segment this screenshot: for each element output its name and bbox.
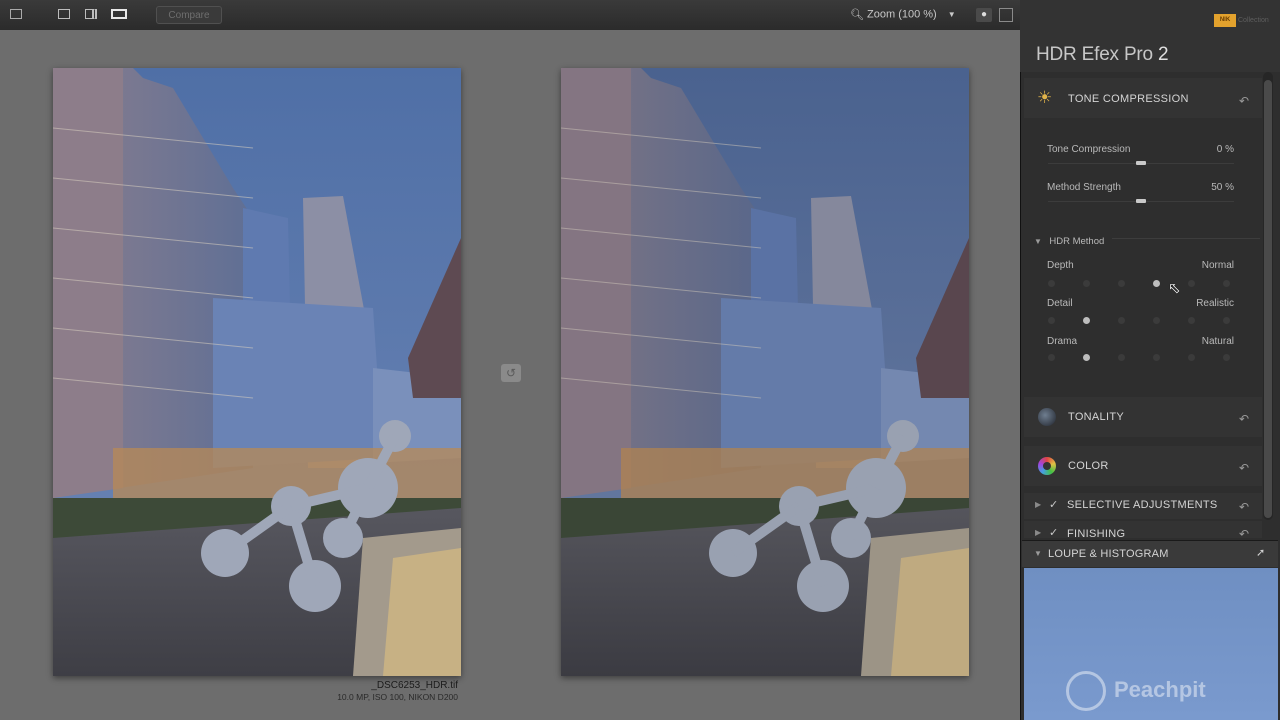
- method-option-dot[interactable]: [1188, 317, 1195, 324]
- zoom-label: Zoom (100 %): [867, 8, 937, 21]
- sun-icon: ☀: [1037, 88, 1053, 107]
- depth-selector[interactable]: [1048, 280, 1240, 288]
- checkmark-icon[interactable]: ✓: [1049, 526, 1058, 538]
- pin-icon[interactable]: ➚: [1256, 546, 1265, 559]
- reset-icon[interactable]: ↶: [1239, 461, 1249, 475]
- original-photo-graphic: [53, 68, 461, 676]
- method-option-dot[interactable]: [1048, 354, 1055, 361]
- single-view-icon[interactable]: [58, 9, 70, 19]
- method-option-dot[interactable]: [1118, 354, 1125, 361]
- tone-compression-label: Tone Compression: [1047, 144, 1131, 155]
- zoom-control[interactable]: 🔍︎ Zoom (100 %) ▼: [850, 8, 956, 22]
- finishing-header[interactable]: ▶ ✓ FINISHING ↶: [1024, 521, 1262, 538]
- mouse-cursor-icon: ⬁: [1168, 280, 1181, 297]
- lightbulb-icon[interactable]: ●: [976, 8, 992, 22]
- tonality-title: TONALITY: [1068, 411, 1124, 423]
- tone-compression-slider[interactable]: [1136, 161, 1146, 165]
- method-option-dot[interactable]: [1083, 354, 1090, 361]
- drama-selector[interactable]: [1048, 354, 1240, 362]
- color-header[interactable]: [1024, 446, 1262, 486]
- nik-logo: NIK: [1214, 14, 1236, 27]
- method-option-dot[interactable]: [1153, 317, 1160, 324]
- magnifier-icon: 🔍︎: [850, 9, 864, 21]
- tone-compression-value: 0 %: [1216, 144, 1234, 155]
- method-option-dot[interactable]: [1048, 317, 1055, 324]
- product-version: 2: [1158, 44, 1169, 65]
- original-photo: [53, 68, 461, 676]
- panel-scrollbar-thumb[interactable]: [1264, 80, 1272, 518]
- method-option-dot[interactable]: [1188, 280, 1195, 287]
- detail-value: Realistic: [1196, 298, 1234, 309]
- tone-compression-title: TONE COMPRESSION: [1068, 93, 1189, 105]
- panel-toggle-icon[interactable]: [999, 8, 1013, 22]
- detail-selector[interactable]: [1048, 317, 1240, 325]
- processed-photo: [561, 68, 969, 676]
- method-option-dot[interactable]: [1118, 317, 1125, 324]
- depth-label: Depth: [1047, 260, 1074, 271]
- side-by-side-view-icon[interactable]: [111, 9, 127, 19]
- peachpit-watermark: Peachpit: [1114, 677, 1206, 702]
- depth-value: Normal: [1201, 260, 1234, 271]
- method-option-dot[interactable]: [1223, 280, 1230, 287]
- hdr-method-divider: [1112, 238, 1260, 239]
- image-filename: _DSC6253_HDR.tif: [371, 680, 458, 691]
- drama-label: Drama: [1047, 336, 1078, 347]
- checkmark-icon[interactable]: ✓: [1049, 498, 1058, 511]
- color-wheel-center: [1043, 462, 1051, 470]
- triangle-down-icon: ▼: [1034, 549, 1042, 558]
- method-strength-slider[interactable]: [1136, 199, 1146, 203]
- method-option-dot[interactable]: [1083, 280, 1090, 287]
- split-view-icon[interactable]: [85, 9, 97, 19]
- method-option-dot[interactable]: [1223, 317, 1230, 324]
- color-title: COLOR: [1068, 460, 1109, 472]
- triangle-down-icon: ▼: [1034, 237, 1042, 246]
- image-metadata: 10.0 MP, ISO 100, NIKON D200: [337, 692, 458, 702]
- triangle-right-icon: ▶: [1035, 500, 1042, 509]
- method-option-dot[interactable]: [1048, 280, 1055, 287]
- loupe-histogram-title: LOUPE & HISTOGRAM: [1048, 548, 1169, 560]
- reset-icon[interactable]: ↶: [1239, 94, 1249, 108]
- hdr-method-title: HDR Method: [1049, 236, 1105, 247]
- method-strength-value: 50 %: [1211, 182, 1234, 193]
- method-option-dot[interactable]: [1188, 354, 1195, 361]
- loupe-histogram-header[interactable]: ▼ LOUPE & HISTOGRAM ➚: [1022, 540, 1278, 567]
- top-toolbar: Compare 🔍︎ Zoom (100 %) ▼ ●: [0, 0, 1020, 31]
- chevron-down-icon: ▼: [947, 10, 956, 19]
- method-option-dot[interactable]: [1083, 317, 1090, 324]
- tonality-header[interactable]: [1024, 397, 1262, 437]
- method-option-dot[interactable]: [1223, 354, 1230, 361]
- processed-photo-graphic: [561, 68, 969, 676]
- finishing-title: FINISHING: [1067, 528, 1126, 538]
- detail-label: Detail: [1047, 298, 1073, 309]
- method-option-dot[interactable]: [1153, 280, 1160, 287]
- tonality-icon: [1038, 408, 1056, 426]
- product-name: HDR Efex Pro: [1036, 44, 1153, 65]
- peachpit-logo-icon: [1066, 671, 1106, 711]
- reset-icon[interactable]: ↶: [1239, 527, 1249, 538]
- method-option-dot[interactable]: [1153, 354, 1160, 361]
- swap-views-icon[interactable]: ↺: [501, 364, 521, 382]
- reset-icon[interactable]: ↶: [1239, 412, 1249, 426]
- reset-icon[interactable]: ↶: [1239, 500, 1249, 514]
- selective-adjustments-title: SELECTIVE ADJUSTMENTS: [1067, 499, 1218, 511]
- triangle-right-icon: ▶: [1035, 528, 1042, 537]
- method-strength-label: Method Strength: [1047, 182, 1121, 193]
- compare-button[interactable]: Compare: [156, 6, 222, 24]
- exit-icon[interactable]: [10, 9, 22, 19]
- method-option-dot[interactable]: [1118, 280, 1125, 287]
- nik-collection-label: Collection: [1238, 17, 1269, 24]
- product-title: HDR Efex Pro 2: [1036, 44, 1169, 66]
- drama-value: Natural: [1201, 336, 1234, 347]
